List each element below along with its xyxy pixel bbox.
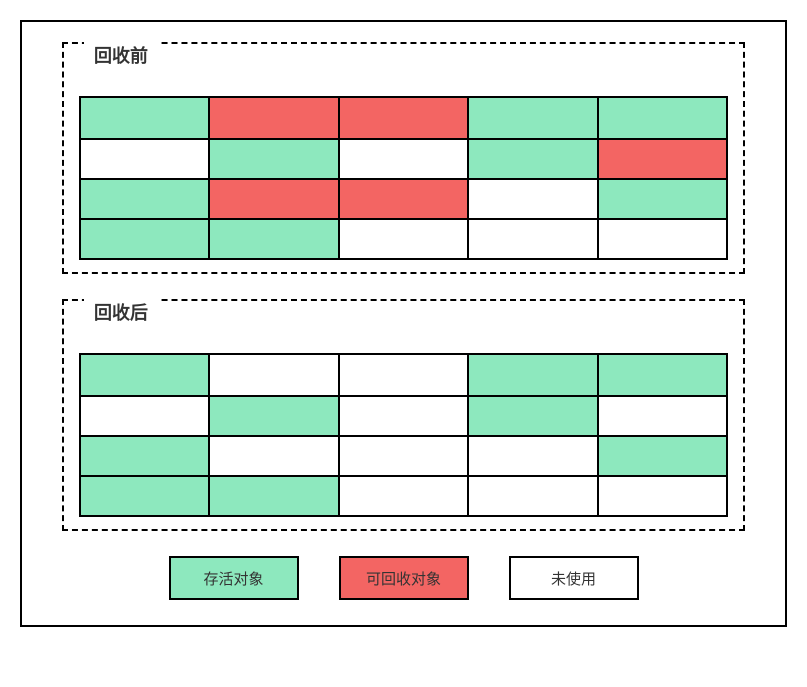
grid-cell-alive: [597, 437, 726, 475]
grid-cell-unused: [338, 140, 467, 178]
grid-cell-unused: [597, 397, 726, 435]
grid-cell-unused: [338, 397, 467, 435]
grid-cell-unused: [467, 180, 596, 218]
grid-cell-alive: [81, 477, 208, 515]
before-grid: [79, 96, 728, 260]
after-section: 回收后: [62, 299, 745, 531]
grid-cell-unused: [81, 140, 208, 178]
grid-cell-unused: [338, 355, 467, 395]
grid-cell-unused: [338, 220, 467, 258]
grid-cell-alive: [467, 140, 596, 178]
grid-cell-reclaim: [338, 180, 467, 218]
legend-unused: 未使用: [509, 556, 639, 600]
grid-row: [81, 475, 726, 515]
legend-reclaim: 可回收对象: [339, 556, 469, 600]
grid-cell-reclaim: [338, 98, 467, 138]
grid-row: [81, 435, 726, 475]
legend: 存活对象 可回收对象 未使用: [62, 556, 745, 600]
grid-cell-alive: [597, 355, 726, 395]
grid-cell-unused: [467, 437, 596, 475]
grid-cell-alive: [81, 437, 208, 475]
grid-row: [81, 178, 726, 218]
grid-cell-alive: [81, 355, 208, 395]
grid-row: [81, 355, 726, 395]
before-section: 回收前: [62, 42, 745, 274]
grid-cell-alive: [81, 98, 208, 138]
grid-cell-unused: [208, 437, 337, 475]
grid-cell-unused: [597, 477, 726, 515]
after-title: 回收后: [84, 299, 158, 325]
grid-cell-alive: [467, 355, 596, 395]
grid-cell-alive: [597, 180, 726, 218]
grid-row: [81, 138, 726, 178]
grid-cell-alive: [208, 477, 337, 515]
grid-cell-unused: [338, 437, 467, 475]
grid-cell-reclaim: [208, 180, 337, 218]
grid-row: [81, 98, 726, 138]
grid-cell-alive: [467, 397, 596, 435]
grid-cell-reclaim: [208, 98, 337, 138]
grid-row: [81, 218, 726, 258]
diagram-container: 回收前 回收后 存活对象 可回收对象 未使用: [20, 20, 787, 627]
after-grid: [79, 353, 728, 517]
grid-row: [81, 395, 726, 435]
grid-cell-unused: [467, 220, 596, 258]
grid-cell-alive: [208, 220, 337, 258]
grid-cell-unused: [338, 477, 467, 515]
before-title: 回收前: [84, 42, 158, 68]
grid-cell-reclaim: [597, 140, 726, 178]
legend-alive: 存活对象: [169, 556, 299, 600]
grid-cell-alive: [597, 98, 726, 138]
grid-cell-alive: [208, 397, 337, 435]
grid-cell-unused: [467, 477, 596, 515]
grid-cell-alive: [81, 220, 208, 258]
grid-cell-alive: [81, 180, 208, 218]
grid-cell-alive: [208, 140, 337, 178]
grid-cell-unused: [208, 355, 337, 395]
grid-cell-unused: [81, 397, 208, 435]
grid-cell-alive: [467, 98, 596, 138]
grid-cell-unused: [597, 220, 726, 258]
